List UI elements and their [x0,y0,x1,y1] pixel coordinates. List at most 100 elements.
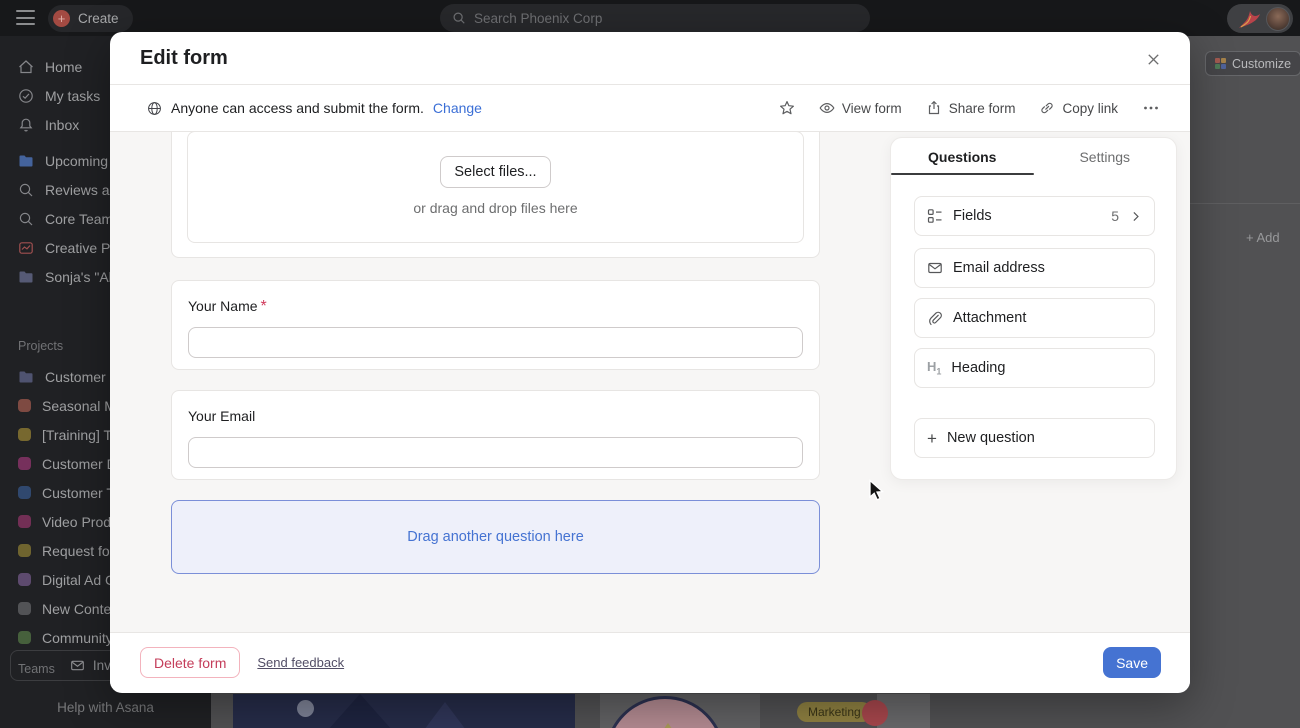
background-divider [1190,203,1300,204]
fields-icon [927,208,943,224]
create-button[interactable]: + Create [48,5,133,32]
save-button[interactable]: Save [1103,647,1161,678]
search-placeholder: Search Phoenix Corp [474,11,602,26]
envelope-icon [927,260,943,276]
check-circle-icon [18,88,34,104]
file-dropzone[interactable]: Select files... or drag and drop files h… [187,132,804,243]
select-files-button[interactable]: Select files... [440,156,550,188]
customize-button[interactable]: Customize [1205,51,1300,76]
app-root: + Create Search Phoenix Corp Home My tas… [0,0,1300,728]
envelope-icon [70,658,85,673]
heading-h1-icon: H1 [927,359,941,377]
new-question-button[interactable]: + New question [914,418,1155,458]
panel-tabs: Questions Settings [891,138,1176,175]
account-pill[interactable] [1227,4,1293,33]
sidebar-item-label: Inbox [45,117,79,133]
search-icon [452,11,466,25]
add-email-address-row[interactable]: Email address [914,248,1155,288]
sidebar-item-label: My tasks [45,88,100,104]
link-icon [1039,100,1055,116]
fields-count: 5 [1111,208,1119,224]
attachment-question-card[interactable]: Select files... or drag and drop files h… [171,132,820,258]
eye-icon [819,100,835,116]
help-with-asana-link[interactable]: Help with Asana [0,700,211,715]
question-label: Your Email [188,408,255,424]
your-email-input[interactable] [188,437,803,468]
project-label: Video Produ [42,514,119,530]
folder-icon [18,369,34,385]
topbar: + Create Search Phoenix Corp [0,0,1300,36]
customize-grid-icon [1215,58,1226,69]
plus-icon: + [53,10,70,27]
copy-link-button[interactable]: Copy link [1039,100,1118,116]
row-label: Heading [951,360,1005,376]
row-label: Email address [953,260,1045,276]
share-icon [926,100,942,116]
portfolio-chart-icon [18,240,34,256]
project-label: Request for [42,543,114,559]
modal-footer: Delete form Send feedback Save [110,632,1190,692]
project-label: Customer E [45,369,119,385]
star-icon [779,100,795,116]
fields-row[interactable]: Fields 5 [914,196,1155,236]
close-icon[interactable] [1138,44,1168,74]
project-color-dot [18,602,31,615]
phoenix-mascot-icon [1237,8,1263,30]
customize-label: Customize [1232,57,1291,71]
copy-link-label: Copy link [1062,101,1118,116]
project-label: Community [42,630,113,646]
question-card-your-name[interactable]: Your Name* [171,280,820,370]
paperclip-icon [927,310,943,326]
tab-settings[interactable]: Settings [1034,138,1177,175]
search-icon [18,211,34,227]
required-asterisk: * [261,298,267,315]
favorite-star-button[interactable] [779,100,795,116]
project-label: New Conten [42,601,119,617]
fields-label: Fields [953,208,992,224]
project-color-dot [18,486,31,499]
more-options-button[interactable] [1142,100,1160,116]
add-button[interactable]: + Add [1238,226,1288,249]
hamburger-menu-icon[interactable] [16,10,35,25]
active-tab-underline [891,173,1034,175]
form-builder-body: Select files... or drag and drop files h… [110,132,1190,632]
ellipsis-icon [1142,100,1160,116]
dropzone-label: Drag another question here [407,529,584,545]
project-color-dot [18,399,31,412]
row-label: Attachment [953,310,1026,326]
bell-icon [18,117,34,133]
send-feedback-link[interactable]: Send feedback [257,655,344,670]
background-illustration-mountain-circle [600,694,760,728]
project-color-dot [18,573,31,586]
background-illustration-mountain-night [233,694,575,728]
question-card-your-email[interactable]: Your Email [171,390,820,480]
delete-form-button[interactable]: Delete form [140,647,240,678]
project-label: Customer D [42,456,117,472]
drag-drop-hint: or drag and drop files here [413,200,577,216]
tab-questions[interactable]: Questions [891,138,1034,175]
modal-title: Edit form [140,47,228,70]
edit-form-modal: Edit form Anyone can access and submit t… [110,32,1190,693]
folder-icon [18,153,34,169]
project-label: Digital Ad C [42,572,115,588]
modal-header: Edit form [110,32,1190,85]
change-access-link[interactable]: Change [433,100,482,116]
share-form-label: Share form [949,101,1016,116]
your-name-input[interactable] [188,327,803,358]
plus-icon: + [927,430,937,447]
chevron-right-icon [1129,210,1142,223]
sidebar-item-label: Sonja's "All [45,269,115,285]
new-question-label: New question [947,430,1035,446]
view-form-label: View form [842,101,902,116]
user-avatar [1266,7,1290,31]
search-input[interactable]: Search Phoenix Corp [440,4,870,32]
drag-question-dropzone[interactable]: Drag another question here [171,500,820,574]
project-color-dot [18,544,31,557]
view-form-button[interactable]: View form [819,100,902,116]
modal-toolbar: Anyone can access and submit the form. C… [110,85,1190,132]
share-form-button[interactable]: Share form [926,100,1016,116]
project-color-dot [18,631,31,644]
add-heading-row[interactable]: H1 Heading [914,348,1155,388]
home-icon [18,59,34,75]
add-attachment-row[interactable]: Attachment [914,298,1155,338]
